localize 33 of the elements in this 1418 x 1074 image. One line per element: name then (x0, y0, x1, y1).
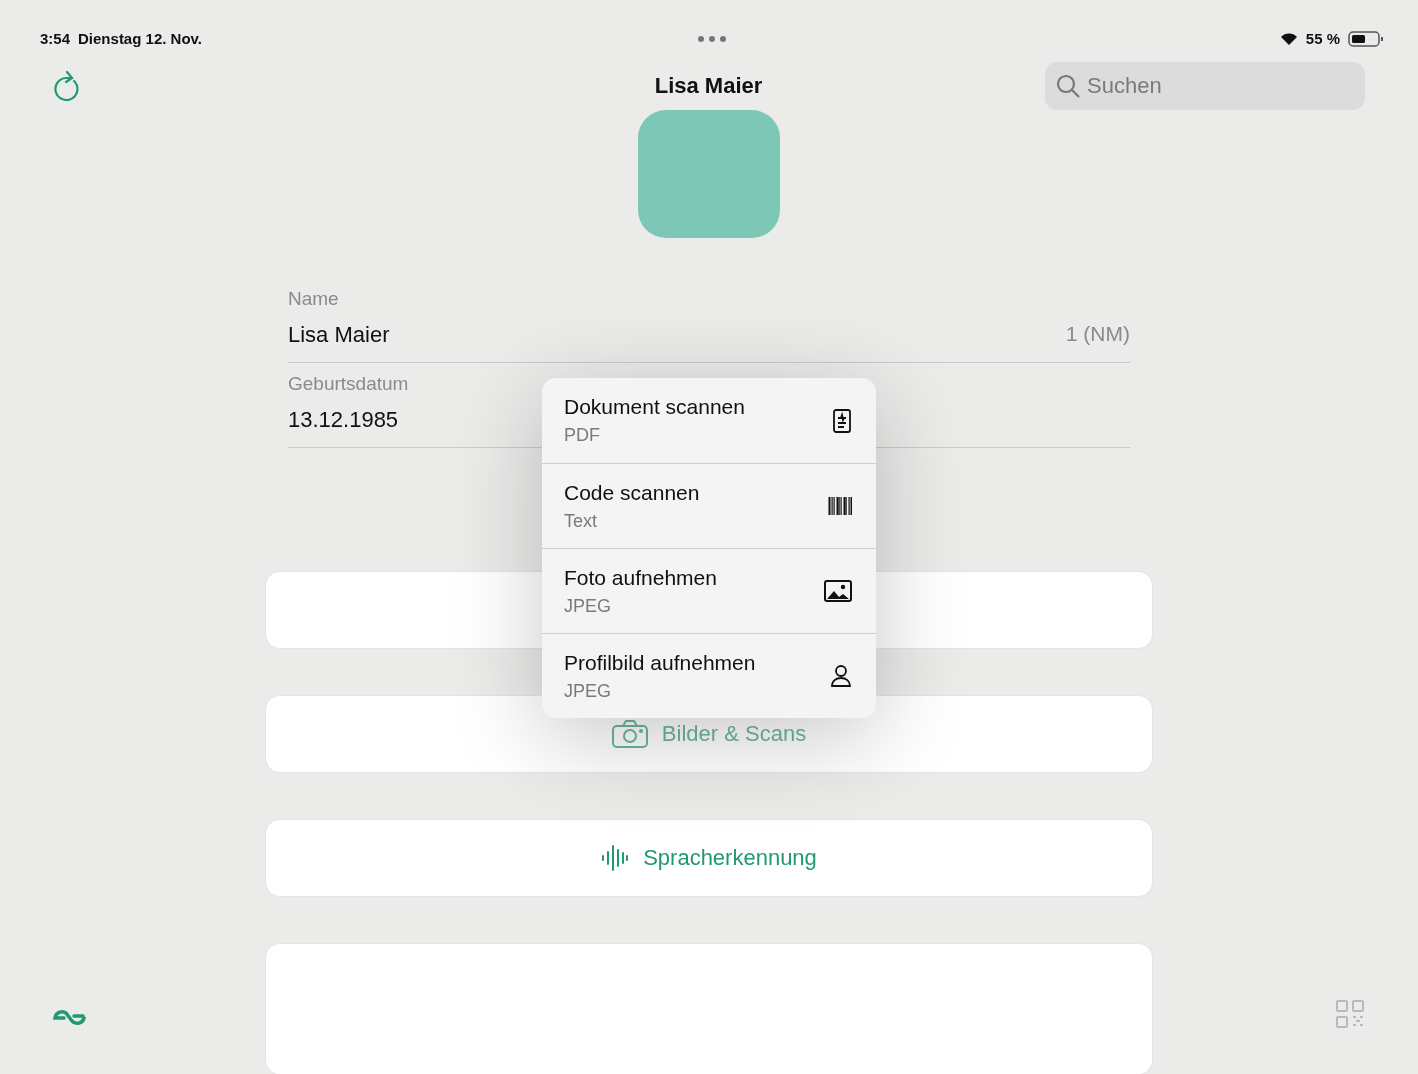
menu-item[interactable]: Code scannen Text (542, 463, 876, 548)
menu-item-subtitle: PDF (564, 425, 601, 446)
contact-name-title: Lisa Maier (654, 72, 763, 99)
menu-item[interactable]: Foto aufnehmen JPEG (542, 548, 876, 633)
qr-code-icon (1336, 1000, 1364, 1028)
wifi-icon (1279, 31, 1298, 46)
menu-item-title: Foto aufnehmen (564, 565, 717, 590)
search-field[interactable]: Suchen (1045, 61, 1365, 110)
camera-icon (611, 720, 648, 748)
battery-percent: 55 % (1305, 30, 1340, 48)
menu-item-subtitle: Text (564, 510, 598, 532)
image-icon (824, 580, 852, 602)
menu-item[interactable]: Dokument scannen PDF (542, 378, 876, 463)
waveform-icon (601, 844, 630, 872)
battery-icon (1348, 29, 1384, 48)
field-label: Geburtsdatum (288, 373, 410, 395)
more-icon (697, 34, 727, 43)
barcode-icon (828, 497, 852, 515)
field-value: Lisa Maier (288, 322, 390, 348)
clock-time: 3:54 (40, 30, 71, 48)
search-icon (1055, 72, 1081, 99)
person-icon (830, 664, 852, 688)
document-icon (832, 407, 852, 434)
field-note: 1 (NM) (1065, 322, 1130, 347)
status-date: Dienstag 12. Nov. (78, 30, 202, 48)
field-label: Name (288, 288, 340, 310)
menu-item-title: Profilbild aufnehmen (564, 650, 756, 675)
menu-item-title: Code scannen (564, 480, 700, 505)
menu-item-title: Dokument scannen (564, 395, 745, 419)
menu-item[interactable]: Profilbild aufnehmen JPEG (542, 633, 876, 718)
field-value: 13.12.1985 (288, 407, 399, 433)
menu-item-subtitle: JPEG (564, 595, 612, 617)
action-button[interactable]: Spracherkennung (266, 820, 1152, 896)
